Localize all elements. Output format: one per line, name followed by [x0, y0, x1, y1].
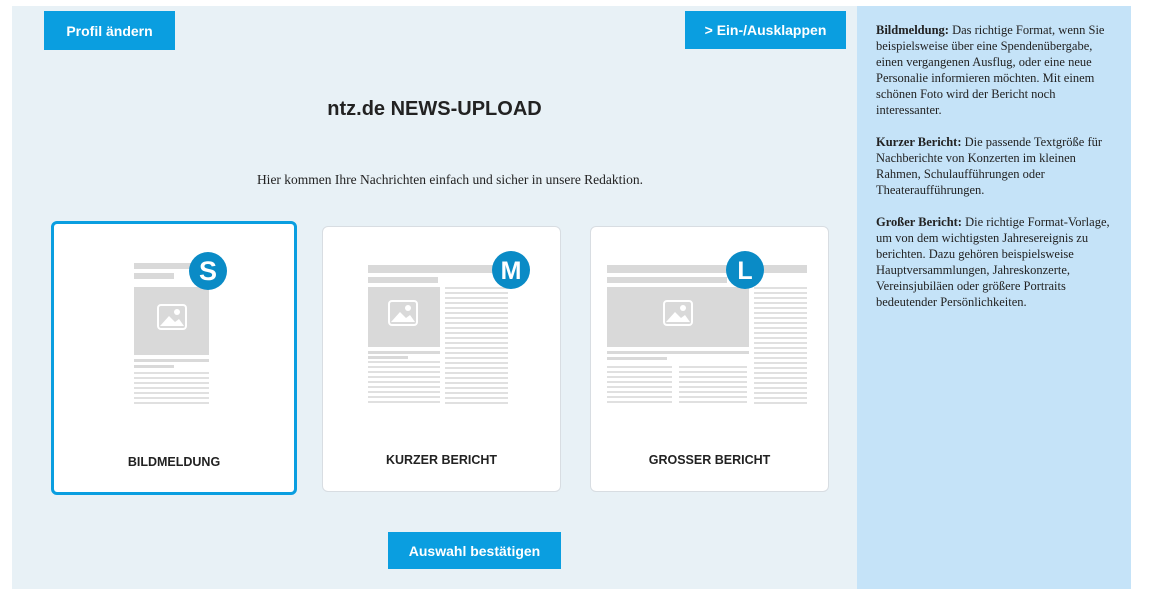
sidebar-item-text: Die richtige Format-Vorlage, um von dem …	[876, 215, 1110, 309]
image-placeholder-icon	[388, 300, 418, 326]
sidebar-descriptions: Bildmeldung: Das richtige Format, wenn S…	[876, 22, 1116, 326]
card-label: BILDMELDUNG	[127, 455, 221, 469]
card-label: GROSSER BERICHT	[648, 453, 771, 467]
layout-preview-l	[607, 265, 807, 404]
size-badge-l: L	[726, 251, 764, 289]
card-label: KURZER BERICHT	[385, 453, 498, 467]
size-badge-m: M	[492, 251, 530, 289]
sidebar-item-heading: Kurzer Bericht:	[876, 135, 962, 149]
confirm-selection-button[interactable]: Auswahl bestätigen	[388, 532, 561, 569]
sidebar-item-grosser-bericht: Großer Bericht: Die richtige Format-Vorl…	[876, 214, 1116, 310]
page-subtitle: Hier kommen Ihre Nachrichten einfach und…	[256, 172, 644, 187]
sidebar-item-text: Das richtige Format, wenn Sie beispielsw…	[876, 23, 1105, 117]
svg-text:S: S	[199, 256, 217, 286]
format-card-grosser-bericht[interactable]: L GROSSER BERICHT	[590, 226, 829, 492]
format-card-kurzer-bericht[interactable]: M KURZER BERICHT	[322, 226, 561, 492]
image-placeholder-icon	[157, 304, 187, 330]
svg-text:M: M	[501, 257, 522, 285]
profile-edit-button[interactable]: Profil ändern	[44, 11, 175, 50]
sidebar-item-bildmeldung: Bildmeldung: Das richtige Format, wenn S…	[876, 22, 1116, 118]
sidebar-item-heading: Großer Bericht:	[876, 215, 962, 229]
page-title: ntz.de NEWS-UPLOAD	[327, 98, 542, 120]
size-badge-s: S	[189, 252, 227, 290]
image-placeholder-icon	[663, 300, 693, 326]
sidebar-item-kurzer-bericht: Kurzer Bericht: Die passende Textgröße f…	[876, 134, 1116, 198]
sidebar-item-heading: Bildmeldung:	[876, 23, 949, 37]
toggle-sidebar-button[interactable]: > Ein-/Ausklappen	[685, 11, 846, 49]
svg-text:L: L	[737, 257, 752, 285]
format-card-bildmeldung[interactable]: S BILDMELDUNG	[51, 221, 297, 495]
